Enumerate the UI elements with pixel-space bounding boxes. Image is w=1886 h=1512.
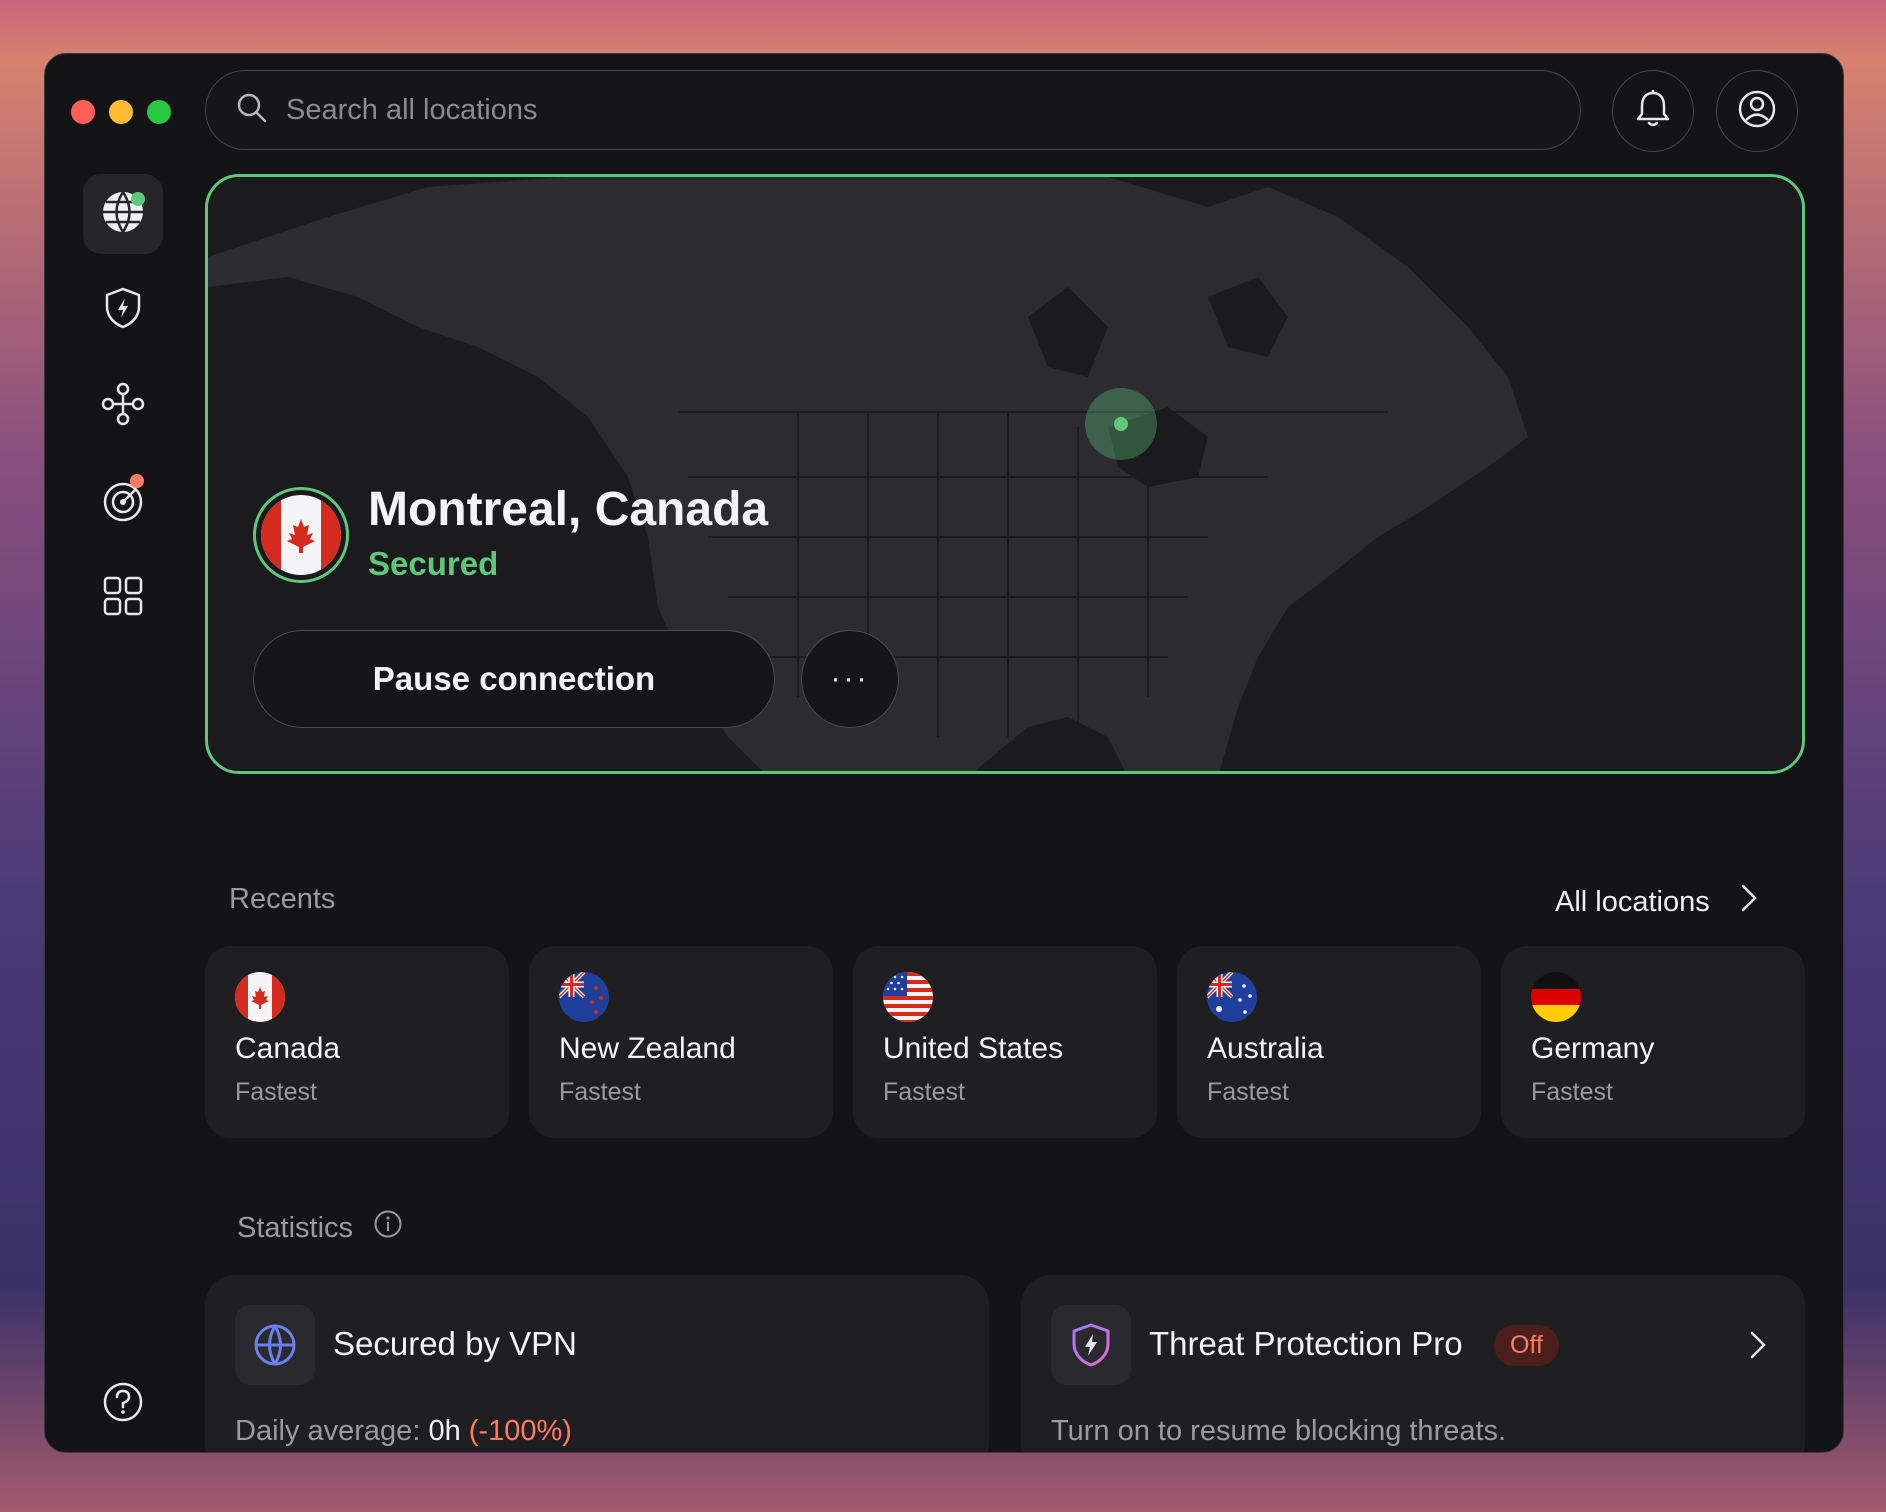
recent-location-name: Canada <box>235 1032 341 1065</box>
recent-location-card[interactable]: Germany Fastest <box>1501 946 1805 1138</box>
sidebar-item-vpn[interactable] <box>83 174 163 254</box>
connected-country-flag <box>253 487 349 583</box>
pause-connection-button[interactable]: Pause connection <box>253 630 775 728</box>
search-icon <box>236 92 268 129</box>
user-circle-icon <box>1737 89 1777 134</box>
connected-status-dot <box>131 192 145 206</box>
daily-average-change: (-100%) <box>468 1415 572 1447</box>
recent-location-card[interactable]: New Zealand Fastest <box>529 946 833 1138</box>
recent-location-sub: Fastest <box>1207 1078 1289 1106</box>
connection-card: Montreal, Canada Secured Pause connectio… <box>205 174 1805 774</box>
info-icon[interactable] <box>373 1209 403 1247</box>
notifications-button[interactable] <box>1612 70 1694 152</box>
united-states-flag-icon <box>883 972 933 1022</box>
alert-status-dot <box>130 474 144 488</box>
recent-location-sub: Fastest <box>235 1078 317 1106</box>
zoom-window-button[interactable] <box>147 100 171 124</box>
new-zealand-flag-icon <box>559 972 609 1022</box>
grid-icon <box>103 576 143 621</box>
meshnet-icon <box>101 382 145 431</box>
recent-location-card[interactable]: Australia Fastest <box>1177 946 1481 1138</box>
vpn-daily-average: Daily average: 0h (-100%) <box>235 1415 572 1448</box>
help-button[interactable] <box>83 1364 163 1444</box>
vpn-stat-title: Secured by VPN <box>333 1325 577 1362</box>
recent-location-card[interactable]: Canada Fastest <box>205 946 509 1138</box>
account-button[interactable] <box>1716 70 1798 152</box>
close-window-button[interactable] <box>71 100 95 124</box>
search-bar[interactable] <box>205 70 1581 150</box>
all-locations-link[interactable]: All locations <box>1555 883 1758 921</box>
more-options-button[interactable]: ··· <box>801 630 899 728</box>
recent-location-name: New Zealand <box>559 1032 736 1065</box>
recent-location-sub: Fastest <box>883 1078 965 1106</box>
recent-location-sub: Fastest <box>1531 1078 1613 1106</box>
sidebar <box>83 174 163 1452</box>
app-window: Montreal, Canada Secured Pause connectio… <box>44 53 1844 1453</box>
daily-average-value: 0h <box>428 1415 461 1447</box>
statistics-label: Statistics <box>237 1211 354 1244</box>
status-badge: Off <box>1494 1325 1559 1366</box>
threat-stat-title: Threat Protection Pro <box>1149 1325 1463 1362</box>
globe-icon <box>235 1305 315 1385</box>
recent-location-card[interactable]: United States Fastest <box>853 946 1157 1138</box>
recent-location-name: Australia <box>1207 1032 1324 1065</box>
daily-average-label: Daily average: <box>235 1415 421 1447</box>
minimize-window-button[interactable] <box>109 100 133 124</box>
all-locations-label: All locations <box>1555 885 1710 918</box>
shield-bolt-icon <box>1051 1305 1131 1385</box>
bell-icon <box>1634 89 1672 134</box>
australia-flag-icon <box>1207 972 1257 1022</box>
connected-location-title: Montreal, Canada <box>368 483 769 536</box>
chevron-right-icon <box>1749 1330 1767 1365</box>
germany-flag-icon <box>1531 972 1581 1022</box>
sidebar-item-dark-web-monitor[interactable] <box>83 462 163 542</box>
chevron-right-icon <box>1740 883 1758 921</box>
recent-location-sub: Fastest <box>559 1078 641 1106</box>
statistics-heading: Statistics <box>237 1209 403 1247</box>
sidebar-item-threat-protection[interactable] <box>83 270 163 350</box>
question-icon <box>102 1381 144 1428</box>
search-input[interactable] <box>286 93 1486 127</box>
recents-heading: Recents <box>229 883 336 915</box>
vpn-statistics-card: Secured by VPN Daily average: 0h (-100%) <box>205 1275 989 1452</box>
recent-location-name: Germany <box>1531 1032 1655 1065</box>
connection-status: Secured <box>368 545 499 582</box>
threat-stat-sub: Turn on to resume blocking threats. <box>1051 1415 1507 1447</box>
window-controls <box>71 100 171 124</box>
canada-flag-icon <box>235 972 285 1022</box>
shield-bolt-icon <box>103 286 143 335</box>
threat-protection-card[interactable]: Threat Protection Pro Off Turn on to res… <box>1021 1275 1805 1452</box>
sidebar-item-apps[interactable] <box>83 558 163 638</box>
recent-location-name: United States <box>883 1032 1064 1065</box>
recents-list: Canada Fastest New Zealand Fastest Unite… <box>205 946 1805 1138</box>
sidebar-item-meshnet[interactable] <box>83 366 163 446</box>
